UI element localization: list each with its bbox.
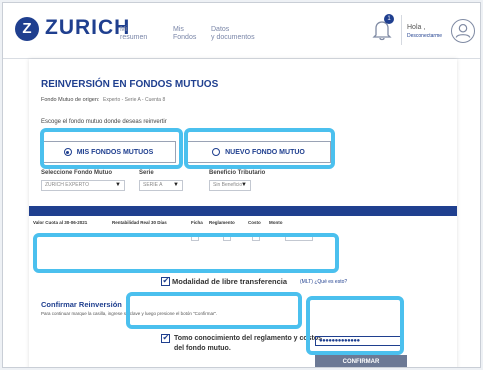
confirm-title: Confirmar Reinversión — [41, 300, 122, 309]
logo-text: ZURICH — [45, 16, 131, 39]
tax-benefit-select[interactable]: Sin Beneficio ▼ — [209, 180, 251, 191]
column-header: Ficha — [191, 220, 203, 225]
chevron-down-icon: ▼ — [241, 182, 247, 188]
nav-label: Mis — [173, 26, 184, 33]
column-header: Valor Cuota al 30-06-2021 — [33, 220, 88, 225]
column-header: Costo — [248, 220, 261, 225]
choose-fund-label: Escoge el fondo mutuo donde deseas reinv… — [41, 119, 167, 125]
nav-label: Datos — [211, 26, 230, 33]
highlight-my-funds — [40, 128, 183, 169]
logout-link[interactable]: Desconectarme — [407, 33, 442, 39]
greeting-text: Hola , — [407, 24, 426, 31]
origin-label: Fondo Mutuo de origen: — [41, 97, 100, 103]
column-header: Monto — [269, 220, 283, 225]
nav-label: y documentos — [211, 34, 255, 41]
nav-label: Mi — [120, 26, 128, 33]
highlight-instructions — [126, 292, 302, 329]
origin-value: Experto - Serie A - Cuenta 8 — [103, 97, 166, 103]
fund-select-value: ZURICH EXPERTO — [45, 182, 89, 188]
mlt-help-link[interactable]: (MLT) ¿Qué es esto? — [300, 279, 347, 285]
top-header: Z ZURICH Mi resumen Mis Fondos Datos y d… — [3, 3, 480, 59]
table-header-bar — [29, 206, 457, 216]
fund-select-label: Seleccione Fondo Mutuo — [41, 170, 113, 176]
serie-select-value: SERIE A — [143, 182, 163, 188]
tax-benefit-value: Sin Beneficio — [213, 182, 243, 188]
confirm-button[interactable]: CONFIRMAR — [315, 355, 407, 367]
nav-item-mi-resumen[interactable]: Mi resumen — [120, 26, 147, 42]
page-title: REINVERSIÓN EN FONDOS MUTUOS — [41, 79, 219, 90]
nav-item-datos[interactable]: Datos y documentos — [211, 26, 255, 42]
header-divider — [401, 15, 402, 45]
zurich-logo-icon: Z — [15, 17, 39, 41]
chevron-down-icon: ▼ — [115, 182, 121, 188]
fund-select[interactable]: ZURICH EXPERTO ▼ — [41, 180, 125, 191]
terms-label: Tomo conocimiento del reglamento y costo… — [174, 335, 323, 352]
tax-benefit-label: Beneficio Tributario — [209, 170, 266, 176]
highlight-new-fund — [184, 128, 335, 169]
nav-label: resumen — [120, 34, 148, 41]
nav-item-mis-fondos[interactable]: Mis Fondos — [173, 26, 196, 42]
notification-badge: 1 — [384, 14, 394, 24]
serie-select-label: Serie — [139, 170, 154, 176]
terms-checkbox[interactable] — [161, 333, 170, 343]
modalidad-option-label: Modalidad de libre transferencia — [172, 277, 288, 286]
nav-label: Fondos — [173, 34, 197, 41]
chevron-down-icon: ▼ — [173, 182, 179, 188]
page: Z ZURICH Mi resumen Mis Fondos Datos y d… — [2, 2, 481, 368]
highlight-password — [306, 296, 404, 355]
user-avatar-icon[interactable] — [451, 19, 475, 43]
column-header: Reglamento — [209, 220, 235, 225]
serie-select[interactable]: SERIE A ▼ — [139, 180, 183, 191]
reinvestment-panel: REINVERSIÓN EN FONDOS MUTUOS Fondo Mutuo… — [29, 59, 457, 367]
modalidad-checkbox[interactable] — [161, 276, 170, 286]
highlight-fund-row — [33, 233, 339, 273]
column-header: Rentabilidad Real 30 Días — [112, 220, 167, 225]
